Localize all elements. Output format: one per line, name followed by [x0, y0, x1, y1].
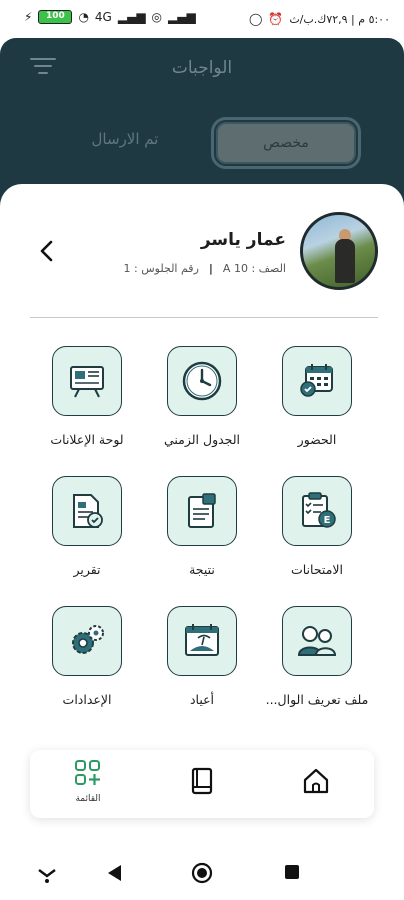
- menu-item-settings[interactable]: الإعدادات: [27, 606, 147, 707]
- settings-tile: [52, 606, 122, 676]
- student-name: عمار ياسر: [200, 230, 286, 250]
- clipboard-exam-icon: E: [302, 492, 336, 528]
- report-icon: [73, 494, 103, 528]
- status-time: ٥:٠٠ م | ٧٢,٩ك.ب/ث: [289, 12, 390, 26]
- status-right: ٥:٠٠ م | ٧٢,٩ك.ب/ث ⏰ ◯: [249, 12, 390, 26]
- tab-sent[interactable]: تم الارسال: [70, 130, 180, 148]
- report-tile: [52, 476, 122, 546]
- signal-icon: ▂▄▆: [117, 10, 146, 24]
- assistant-button[interactable]: [36, 862, 58, 888]
- system-recents-button[interactable]: [282, 862, 302, 886]
- avatar[interactable]: [300, 212, 378, 290]
- parent-profile-tile: [282, 606, 352, 676]
- seat-text: رقم الجلوس : 1: [123, 262, 199, 275]
- menu-item-announcements[interactable]: لوحة الإعلانات: [27, 346, 147, 447]
- announcements-tile: [52, 346, 122, 416]
- report-label: تقرير: [73, 562, 101, 577]
- nav-home[interactable]: [286, 766, 346, 800]
- chevron-left-icon: [40, 240, 53, 262]
- holidays-tile: [167, 606, 237, 676]
- charging-icon: ⚡: [24, 10, 33, 24]
- menu-item-exams[interactable]: E الامتحانات: [257, 476, 377, 577]
- status-bar: ⚡ 100 ◔ 4G ▂▄▆ ◎ ▂▄▆ ٥:٠٠ م | ٧٢,٩ك.ب/ث …: [0, 0, 404, 38]
- timetable-tile: [167, 346, 237, 416]
- menu-item-holidays[interactable]: أعياد: [142, 606, 262, 707]
- network-label: 4G: [94, 10, 112, 24]
- announcements-label: لوحة الإعلانات: [50, 432, 124, 447]
- nav-menu[interactable]: القائمة: [58, 758, 118, 804]
- data-saver-icon: ◎: [151, 10, 163, 24]
- clock-icon: [182, 361, 222, 401]
- status-left: ⚡ 100 ◔ 4G ▂▄▆ ◎ ▂▄▆: [24, 10, 196, 24]
- menu-item-result[interactable]: نتيجة: [142, 476, 262, 577]
- book-icon: [191, 767, 213, 795]
- result-tile: [167, 476, 237, 546]
- menu-item-timetable[interactable]: الجدول الزمني: [142, 346, 262, 447]
- nav-book[interactable]: [172, 766, 232, 800]
- settings-label: الإعدادات: [62, 692, 112, 707]
- signal-icon-2: ▂▄▆: [168, 10, 196, 24]
- wifi-icon: ◔: [78, 10, 89, 24]
- tab-custom[interactable]: مخصص: [211, 117, 361, 169]
- divider: [30, 317, 378, 318]
- holiday-calendar-icon: [185, 624, 219, 656]
- exams-label: الامتحانات: [290, 562, 343, 577]
- bottom-navigation: القائمة: [30, 750, 374, 818]
- nav-menu-label: القائمة: [75, 794, 101, 804]
- home-icon: [303, 768, 329, 794]
- class-text: الصف : A 10: [222, 262, 286, 275]
- timetable-label: الجدول الزمني: [163, 432, 241, 447]
- avatar-figure: [335, 239, 355, 283]
- circle-home-icon: [191, 862, 213, 884]
- whatsapp-icon: ◯: [248, 12, 263, 26]
- square-recents-icon: [285, 865, 299, 879]
- attendance-tile: [282, 346, 352, 416]
- back-button[interactable]: [32, 236, 62, 266]
- down-arrow-icon: [38, 869, 56, 883]
- alarm-icon: ⏰: [268, 12, 284, 26]
- system-navigation-bar: [0, 842, 404, 900]
- attendance-label: الحضور: [297, 432, 337, 447]
- holidays-label: أعياد: [189, 692, 215, 707]
- system-back-button[interactable]: [104, 862, 124, 888]
- menu-item-attendance[interactable]: الحضور: [257, 346, 377, 447]
- gears-icon: [72, 625, 104, 654]
- parents-icon: [297, 626, 337, 656]
- svg-text:E: E: [324, 515, 331, 526]
- result-document-icon: [188, 493, 216, 528]
- battery-icon: 100: [38, 10, 73, 24]
- menu-item-parent-profile[interactable]: ملف تعريف الوال...: [257, 606, 377, 707]
- presentation-board-icon: [70, 366, 104, 398]
- exams-tile: E: [282, 476, 352, 546]
- grid-plus-icon: [75, 760, 100, 785]
- meta-separator: |: [208, 262, 213, 275]
- system-home-button[interactable]: [191, 862, 213, 888]
- parent-profile-label: ملف تعريف الوال...: [265, 692, 369, 707]
- result-label: نتيجة: [189, 562, 215, 577]
- student-meta: الصف : A 10 | رقم الجلوس : 1: [124, 262, 286, 275]
- calendar-check-icon: [300, 364, 333, 397]
- page-title: الواجبات: [171, 58, 233, 78]
- triangle-back-icon: [108, 865, 121, 881]
- menu-item-report[interactable]: تقرير: [27, 476, 147, 577]
